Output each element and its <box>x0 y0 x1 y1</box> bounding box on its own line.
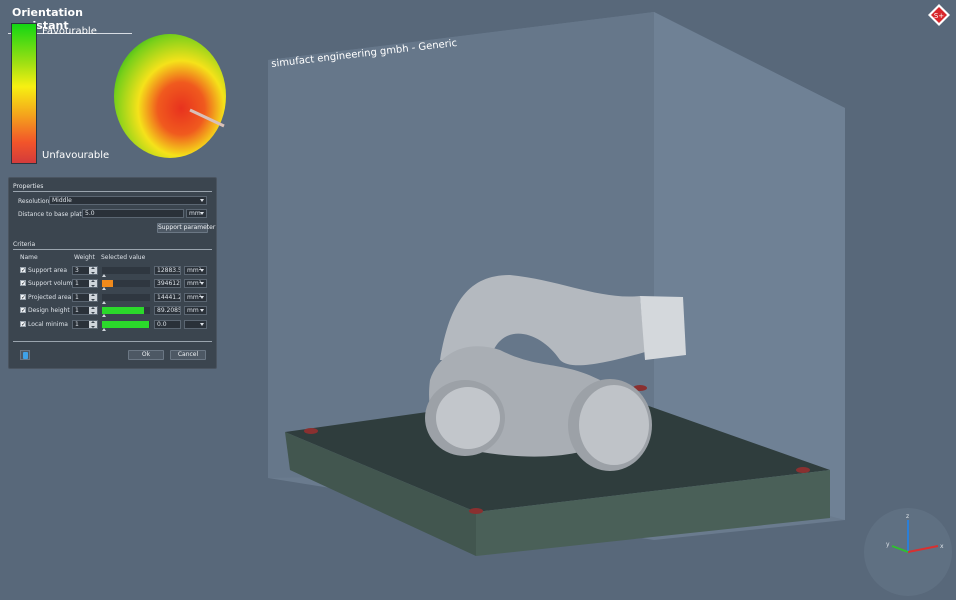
bar-marker-icon <box>102 274 106 277</box>
criterion-value-field: 12883.5 <box>154 266 181 275</box>
favourability-color-scale <box>11 23 37 164</box>
criterion-unit: mm <box>187 307 199 314</box>
criterion-name: Design height <box>28 307 70 314</box>
criterion-value-field: 394612.0 <box>154 279 181 288</box>
chevron-down-icon <box>200 323 204 326</box>
chevron-down-icon <box>200 309 204 312</box>
weight-value: 1 <box>75 280 79 287</box>
weight-value: 3 <box>75 267 79 274</box>
chevron-down-icon <box>200 282 204 285</box>
criterion-unit-select[interactable]: mm² <box>184 266 207 275</box>
distance-input[interactable]: 5.0 <box>82 209 184 218</box>
spinner-arrows-icon[interactable] <box>89 307 97 314</box>
criterion-value-field: 0.0 <box>154 320 181 329</box>
chevron-down-icon <box>200 212 204 215</box>
criterion-name: Support area <box>28 267 68 274</box>
distance-label: Distance to base plate: <box>18 211 88 218</box>
criterion-unit-select[interactable]: mm <box>184 306 207 315</box>
criterion-bar-fill <box>102 280 113 287</box>
col-selected-header: Selected value <box>101 254 146 261</box>
axis-gizmo[interactable]: z x y <box>864 508 952 596</box>
info-button[interactable] <box>20 350 30 360</box>
support-parameter-button[interactable]: Support parameter <box>157 223 215 233</box>
panel-divider <box>13 340 212 342</box>
criterion-bar-fill <box>102 307 145 314</box>
weight-stepper[interactable]: 1 <box>72 320 98 329</box>
z-axis-label: z <box>906 513 909 520</box>
criterion-value-bar <box>102 307 150 317</box>
bar-marker-icon <box>102 301 106 304</box>
criterion-name: Support volume <box>28 280 76 287</box>
bar-marker-icon <box>102 328 106 331</box>
favourable-label: Favourable <box>42 26 97 37</box>
properties-section-title: Properties <box>13 183 212 192</box>
col-name-header: Name <box>20 254 38 261</box>
orientation-sphere[interactable] <box>110 30 240 162</box>
simufact-logo-icon: S+ <box>928 4 950 26</box>
weight-stepper[interactable]: 1 <box>72 293 98 302</box>
weight-value: 1 <box>75 294 79 301</box>
resolution-select[interactable]: Middle <box>49 196 207 205</box>
criterion-bar-fill <box>102 321 150 328</box>
weight-value: 1 <box>75 321 79 328</box>
chevron-down-icon <box>200 296 204 299</box>
criterion-value-bar <box>102 267 150 277</box>
svg-text:S+: S+ <box>934 12 944 20</box>
criterion-value-field: 14441.2 <box>154 293 181 302</box>
criteria-section-title: Criteria <box>13 241 212 250</box>
plate-hole <box>304 428 318 434</box>
x-axis-label: x <box>940 543 944 550</box>
bar-marker-icon <box>102 287 106 290</box>
ok-button[interactable]: Ok <box>128 350 164 360</box>
plate-hole <box>796 467 810 473</box>
distance-unit: mm <box>189 210 201 217</box>
distance-value: 5.0 <box>85 210 95 217</box>
criterion-value-field: 89.2085 <box>154 306 181 315</box>
criterion-name: Local minima <box>28 321 68 328</box>
orientation-settings-panel: Properties Resolution: Middle Distance t… <box>8 177 217 369</box>
col-weight-header: Weight <box>74 254 95 261</box>
cancel-button[interactable]: Cancel <box>170 350 206 360</box>
bar-marker-icon <box>102 314 106 317</box>
criterion-unit-select[interactable]: mm³ <box>184 279 207 288</box>
weight-value: 1 <box>75 307 79 314</box>
criterion-checkbox[interactable]: ✓ <box>20 294 26 301</box>
criterion-value-bar <box>102 321 150 331</box>
weight-stepper[interactable]: 3 <box>72 266 98 275</box>
criterion-checkbox[interactable]: ✓ <box>20 307 26 314</box>
criterion-unit-select[interactable]: mm² <box>184 293 207 302</box>
criterion-unit-select[interactable] <box>184 320 207 329</box>
y-axis-label: y <box>886 541 890 548</box>
spinner-arrows-icon[interactable] <box>89 321 97 328</box>
criterion-unit: mm² <box>187 294 202 301</box>
criterion-checkbox[interactable]: ✓ <box>20 280 26 287</box>
spinner-arrows-icon[interactable] <box>89 280 97 287</box>
spinner-arrows-icon[interactable] <box>89 267 97 274</box>
distance-unit-select[interactable]: mm <box>186 209 207 218</box>
criterion-unit: mm² <box>187 267 202 274</box>
criterion-value-bar <box>102 280 150 290</box>
info-icon <box>23 352 28 359</box>
plate-hole <box>469 508 483 514</box>
criterion-checkbox[interactable]: ✓ <box>20 267 26 274</box>
unfavourable-label: Unfavourable <box>42 150 110 161</box>
weight-stepper[interactable]: 1 <box>72 306 98 315</box>
criterion-value-bar <box>102 294 150 304</box>
chevron-down-icon <box>200 199 204 202</box>
criterion-checkbox[interactable]: ✓ <box>20 321 26 328</box>
resolution-label: Resolution: <box>18 198 52 205</box>
resolution-value: Middle <box>52 197 72 204</box>
chevron-down-icon <box>200 269 204 272</box>
weight-stepper[interactable]: 1 <box>72 279 98 288</box>
criterion-unit: mm³ <box>187 280 202 287</box>
spinner-arrows-icon[interactable] <box>89 294 97 301</box>
criterion-name: Projected area <box>28 294 72 301</box>
